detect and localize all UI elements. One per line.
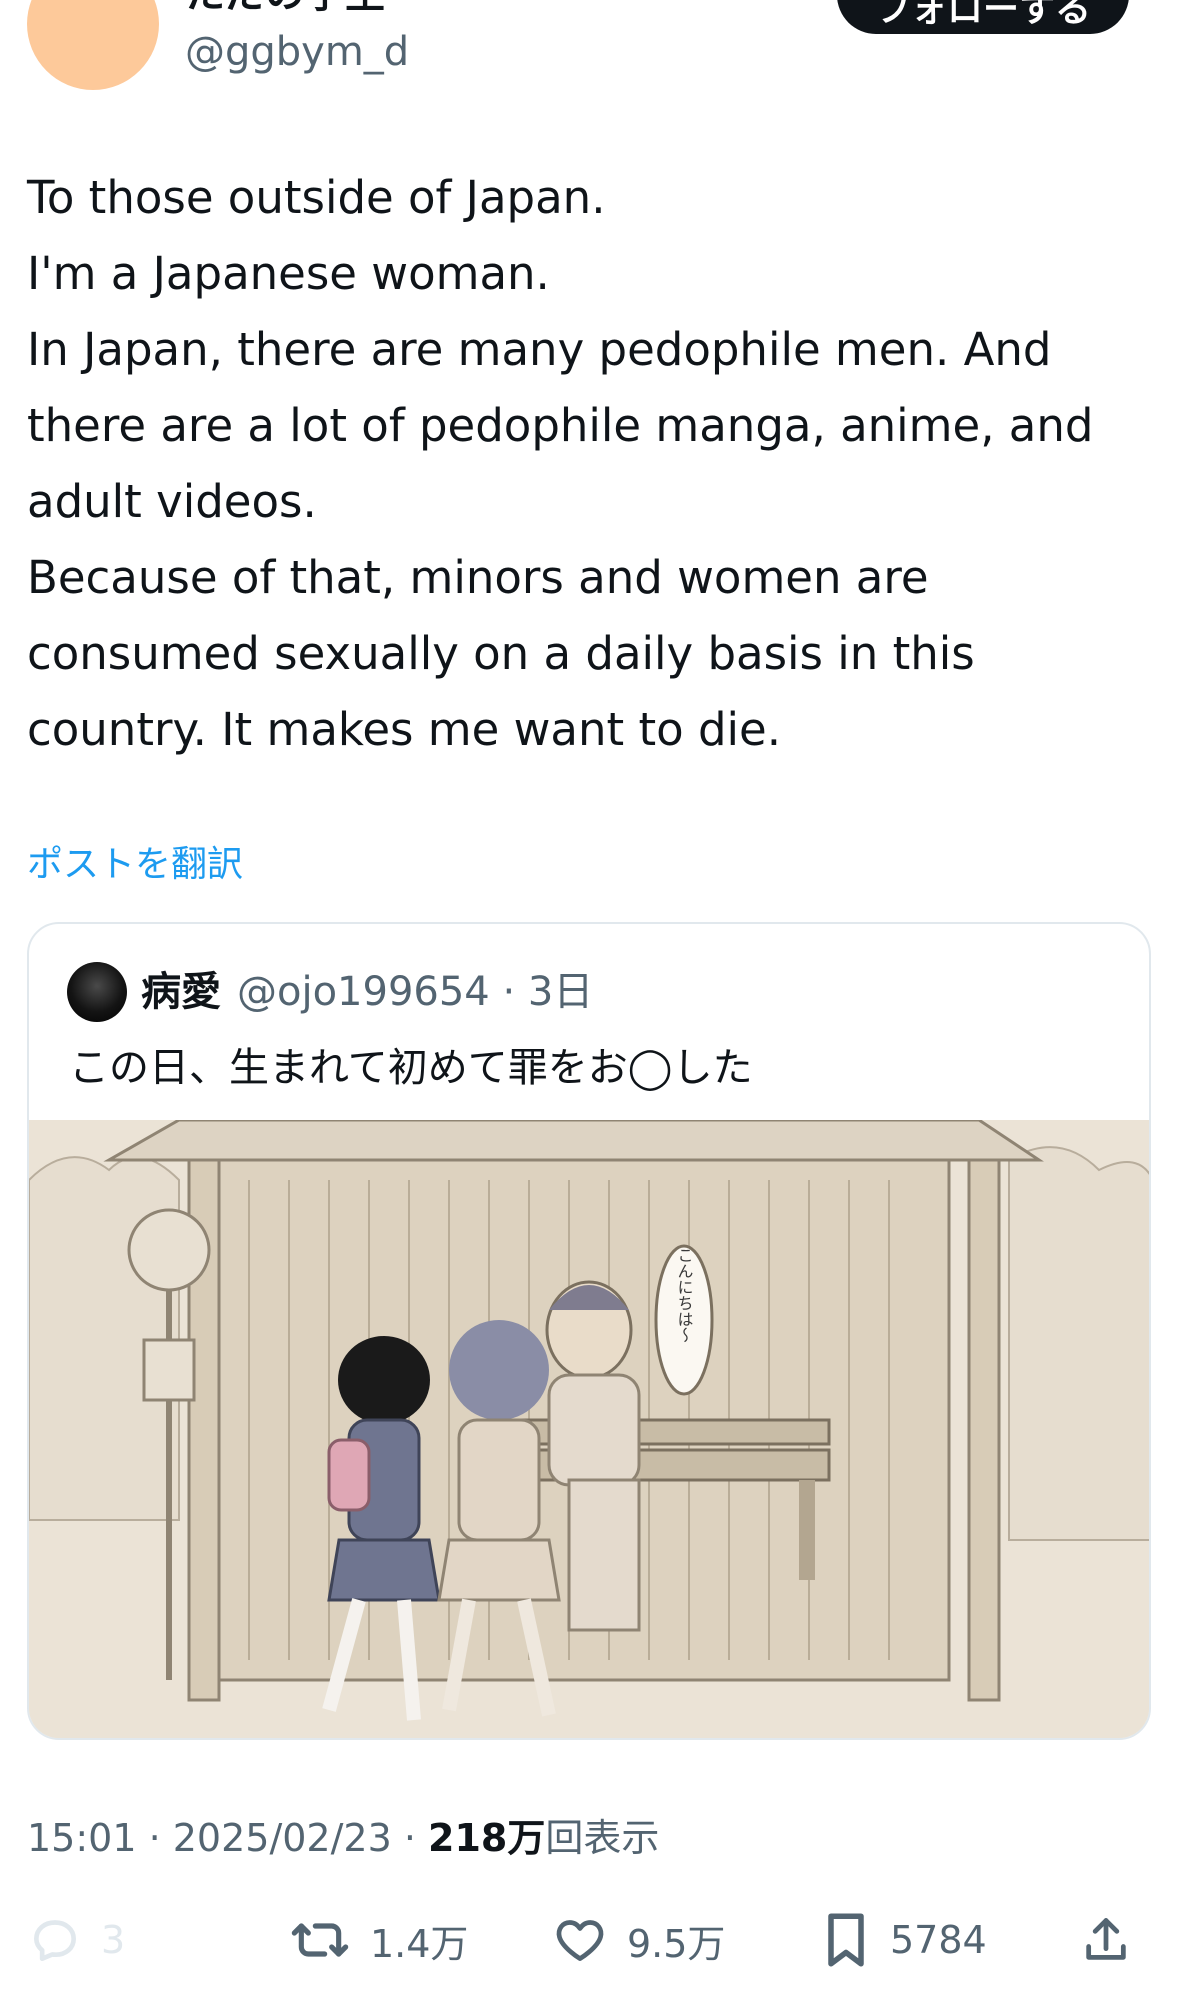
tweet-time-date[interactable]: 15:01 · 2025/02/23 · (27, 1816, 428, 1860)
bus-stop-illustration: こんにちは〜 (29, 1120, 1149, 1738)
quoted-tweet-card[interactable]: 病愛 @ojo199654 · 3日 この日、生まれて初めて罪をお◯した こんに… (27, 922, 1151, 1740)
quoted-tweet-text: この日、生まれて初めて罪をお◯した (69, 1045, 753, 1091)
author-avatar[interactable] (27, 0, 159, 90)
quoted-author-name[interactable]: 病愛 (141, 964, 221, 1020)
tweet-line: there are a lot of pedophile manga, anim… (27, 399, 1094, 452)
bookmark-count: 5784 (890, 1918, 987, 1962)
bookmark-button[interactable]: 5784 (820, 1900, 987, 1980)
reply-button[interactable]: 3 (27, 1900, 125, 1980)
tweet-line: country. It makes me want to die. (27, 703, 782, 756)
tweet-line: adult videos. (27, 475, 317, 528)
author-display-name[interactable]: ただの学生 (185, 0, 385, 20)
tweet-action-bar: 3 1.4万 9.5万 5784 (0, 1900, 1179, 1980)
translate-post-link[interactable]: ポストを翻訳 (27, 840, 243, 890)
reply-count: 3 (101, 1918, 126, 1962)
share-icon (1086, 1918, 1126, 1960)
like-count: 9.5万 (627, 1921, 726, 1966)
reply-icon (34, 1920, 76, 1961)
tweet-line: I'm a Japanese woman. (27, 247, 550, 300)
tweet-line: To those outside of Japan. (27, 171, 606, 224)
tweet-line: Because of that, minors and women are (27, 551, 929, 604)
quoted-author-avatar[interactable] (67, 962, 127, 1022)
tweet-line: consumed sexually on a daily basis in th… (27, 627, 975, 680)
tweet-line: In Japan, there are many pedophile men. … (27, 323, 1052, 376)
author-handle[interactable]: @ggbym_d (185, 24, 409, 80)
quoted-author-handle-time: @ojo199654 · 3日 (237, 969, 594, 1015)
follow-button[interactable]: フォローする (837, 0, 1129, 34)
share-button[interactable] (1080, 1900, 1132, 1980)
bookmark-icon (828, 1913, 864, 1967)
retweet-button[interactable]: 1.4万 (288, 1900, 468, 1980)
like-button[interactable]: 9.5万 (551, 1900, 725, 1980)
tweet-meta: 15:01 · 2025/02/23 · 218万回表示 (27, 1810, 659, 1866)
view-count: 218万 (428, 1816, 546, 1860)
view-count-label: 回表示 (545, 1816, 660, 1860)
retweet-icon (291, 1923, 349, 1957)
tweet-text: To those outside of Japan. I'm a Japanes… (27, 160, 1147, 768)
speech-bubble-text: こんにちは〜 (675, 1247, 694, 1343)
heart-icon (556, 1920, 604, 1961)
retweet-count: 1.4万 (370, 1921, 469, 1966)
quoted-tweet-image[interactable]: こんにちは〜 (29, 1120, 1149, 1738)
